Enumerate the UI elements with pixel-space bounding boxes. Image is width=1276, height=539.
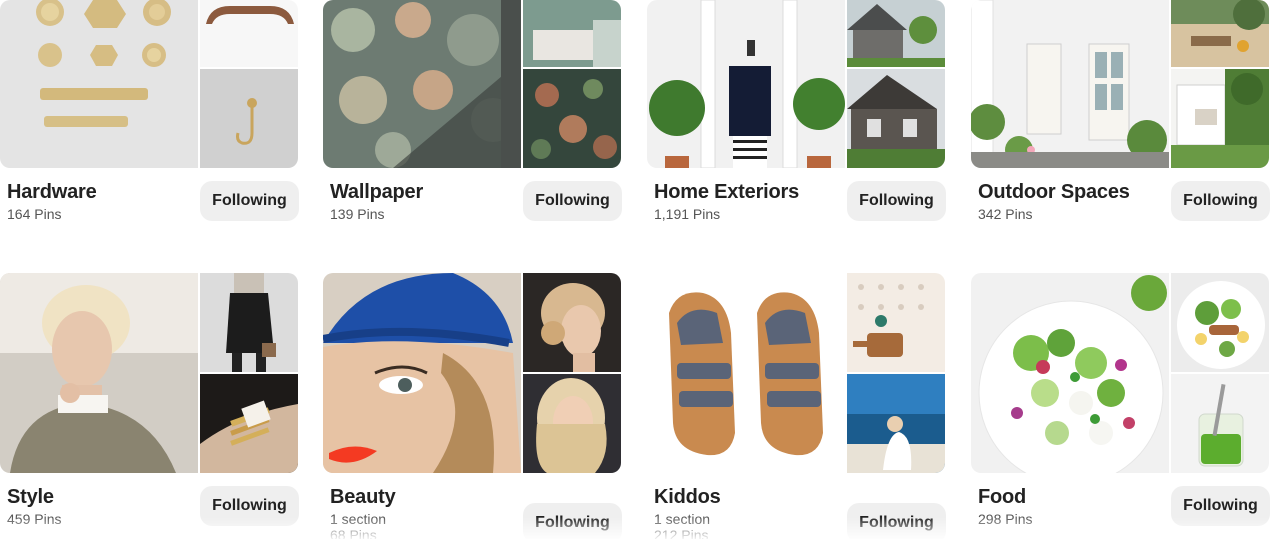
board-section-count: 1 section	[330, 511, 387, 527]
board-thumb-image	[1171, 374, 1269, 473]
board-pin-count: 459 Pins	[7, 511, 62, 527]
board-thumb-image	[1171, 69, 1269, 168]
board-cover-image	[0, 273, 198, 473]
board-thumb-image	[200, 0, 298, 67]
board-pin-count: 298 Pins	[978, 511, 1033, 527]
board-cover-image	[323, 0, 521, 168]
board-pin-count: 68 Pins	[330, 527, 377, 539]
board-title: Hardware	[7, 181, 97, 203]
following-button[interactable]: Following	[523, 503, 622, 539]
board-thumb-image	[523, 273, 621, 372]
board-title: Style	[7, 486, 54, 508]
scroll-fade-overlay	[0, 517, 1276, 539]
board-cover-image	[647, 273, 845, 473]
board-thumb-image	[523, 374, 621, 473]
board-title: Outdoor Spaces	[978, 181, 1130, 203]
board-thumb-image	[847, 374, 945, 473]
board-thumb-image	[200, 69, 298, 168]
board-title: Home Exteriors	[654, 181, 800, 203]
following-button[interactable]: Following	[1171, 486, 1270, 526]
board-thumb-image	[847, 273, 945, 372]
board-thumb-image	[1171, 273, 1269, 372]
board-thumb-image	[200, 273, 298, 372]
board-section-count: 1 section	[654, 511, 711, 527]
following-button[interactable]: Following	[847, 181, 946, 221]
board-title: Kiddos	[654, 486, 721, 508]
board-thumb-image	[1171, 0, 1269, 67]
board-cover-image	[0, 0, 198, 168]
board-pin-count: 139 Pins	[330, 206, 385, 222]
following-button[interactable]: Following	[200, 486, 299, 526]
following-button[interactable]: Following	[200, 181, 299, 221]
following-button[interactable]: Following	[847, 503, 946, 539]
board-title: Food	[978, 486, 1027, 508]
board-thumb-image	[200, 374, 298, 473]
following-button[interactable]: Following	[1171, 181, 1270, 221]
board-pin-count: 164 Pins	[7, 206, 62, 222]
board-thumb-image	[847, 0, 945, 67]
board-pin-count: 342 Pins	[978, 206, 1033, 222]
board-cover-image	[971, 273, 1169, 473]
board-cover-image	[647, 0, 845, 168]
board-pin-count: 1,191 Pins	[654, 206, 721, 222]
board-thumb-image	[523, 0, 621, 67]
board-cover-image	[971, 0, 1169, 168]
board-thumb-image	[523, 69, 621, 168]
board-thumb-image	[847, 69, 945, 168]
board-cover-image	[323, 273, 521, 473]
board-title: Beauty	[330, 486, 396, 508]
board-pin-count: 212 Pins	[654, 527, 709, 539]
following-button[interactable]: Following	[523, 181, 622, 221]
board-title: Wallpaper	[330, 181, 424, 203]
